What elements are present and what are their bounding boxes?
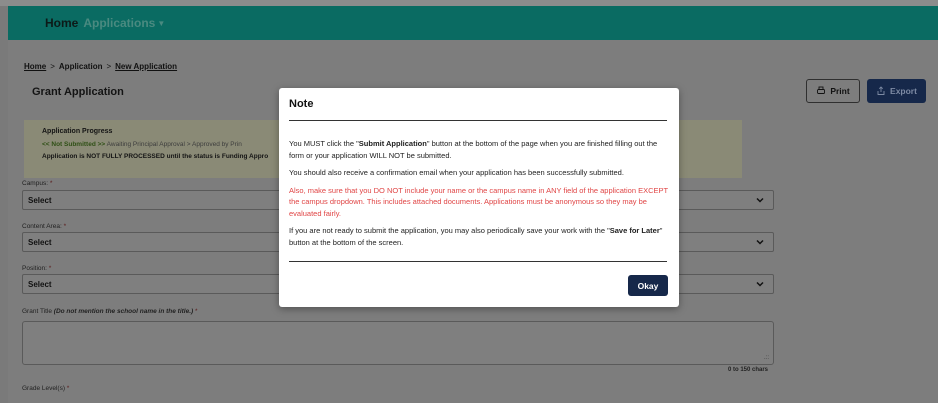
grant-title-textarea[interactable]: .:: xyxy=(22,321,774,365)
modal-paragraph-submit: You MUST click the "Submit Application" … xyxy=(289,138,671,161)
grant-title-char-count: 0 to 150 chars xyxy=(728,367,769,373)
grade-levels-label-text: Grade Level(s) xyxy=(22,385,67,392)
note-modal: Note You MUST click the "Submit Applicat… xyxy=(279,88,679,307)
progress-note: Application is NOT FULLY PROCESSED until… xyxy=(42,153,269,160)
breadcrumb-new-application[interactable]: New Application xyxy=(115,62,177,71)
top-nav: Home Applications ▼ xyxy=(8,6,938,40)
grade-levels-label: Grade Level(s) * xyxy=(22,385,69,392)
required-mark: * xyxy=(49,180,53,187)
modal-text: If you are not ready to submit the appli… xyxy=(289,226,610,235)
position-label: Position: * xyxy=(22,265,51,272)
grant-title-hint: (Do not mention the school name in the t… xyxy=(53,308,194,315)
chevron-down-icon xyxy=(756,281,764,287)
required-mark: * xyxy=(63,223,67,230)
print-label: Print xyxy=(830,86,850,96)
print-button[interactable]: Print xyxy=(806,79,860,103)
breadcrumb-separator: > xyxy=(50,62,55,71)
progress-steps: << Not Submitted >> Awaiting Principal A… xyxy=(42,141,242,148)
nav-applications-menu[interactable]: Applications xyxy=(83,16,155,30)
content-area-label: Content Area: * xyxy=(22,223,66,230)
breadcrumb-separator: > xyxy=(106,62,112,71)
campus-label-text: Campus: xyxy=(22,180,50,187)
grant-title-label-text: Grant Title xyxy=(22,308,54,315)
required-mark: * xyxy=(195,308,198,315)
position-select-value: Select xyxy=(28,280,52,289)
nav-home-link[interactable]: Home xyxy=(45,16,78,30)
position-label-text: Position: xyxy=(22,265,49,272)
breadcrumb-home[interactable]: Home xyxy=(24,62,46,71)
page-title: Grant Application xyxy=(32,86,124,98)
export-button[interactable]: Export xyxy=(867,79,926,103)
modal-text-bold: Save for Later xyxy=(609,226,660,235)
required-mark: * xyxy=(48,265,52,272)
campus-select-value: Select xyxy=(28,196,52,205)
progress-title: Application Progress xyxy=(42,128,113,135)
chevron-down-icon xyxy=(756,197,764,203)
modal-paragraph-save-later: If you are not ready to submit the appli… xyxy=(289,225,671,248)
breadcrumb: Home > Application > New Application xyxy=(24,62,177,71)
chevron-down-icon xyxy=(756,239,764,245)
modal-paragraph-anonymous-warning: Also, make sure that you DO NOT include … xyxy=(289,185,668,218)
modal-divider xyxy=(289,120,667,121)
resize-grip-icon[interactable]: .:: xyxy=(764,355,769,361)
grant-title-label: Grant Title (Do not mention the school n… xyxy=(22,308,198,315)
okay-button[interactable]: Okay xyxy=(628,275,668,296)
export-label: Export xyxy=(890,86,917,96)
caret-down-icon: ▼ xyxy=(157,18,166,28)
content-area-select-value: Select xyxy=(28,238,52,247)
progress-next-steps: Awaiting Principal Approval > Approved b… xyxy=(105,141,242,148)
breadcrumb-application: Application xyxy=(58,62,103,71)
content-area-label-text: Content Area: xyxy=(22,223,64,230)
modal-body: You MUST click the "Submit Application" … xyxy=(289,138,671,254)
modal-divider xyxy=(289,261,667,262)
modal-title: Note xyxy=(289,98,314,110)
campus-label: Campus: * xyxy=(22,180,52,187)
modal-text-bold: Submit Application xyxy=(358,139,427,148)
progress-current-step: << Not Submitted >> xyxy=(42,141,106,148)
export-icon xyxy=(877,86,885,95)
printer-icon xyxy=(817,86,826,94)
modal-paragraph-confirmation: You should also receive a confirmation e… xyxy=(289,168,624,177)
required-mark: * xyxy=(66,385,70,392)
modal-text: You MUST click the " xyxy=(289,139,359,148)
